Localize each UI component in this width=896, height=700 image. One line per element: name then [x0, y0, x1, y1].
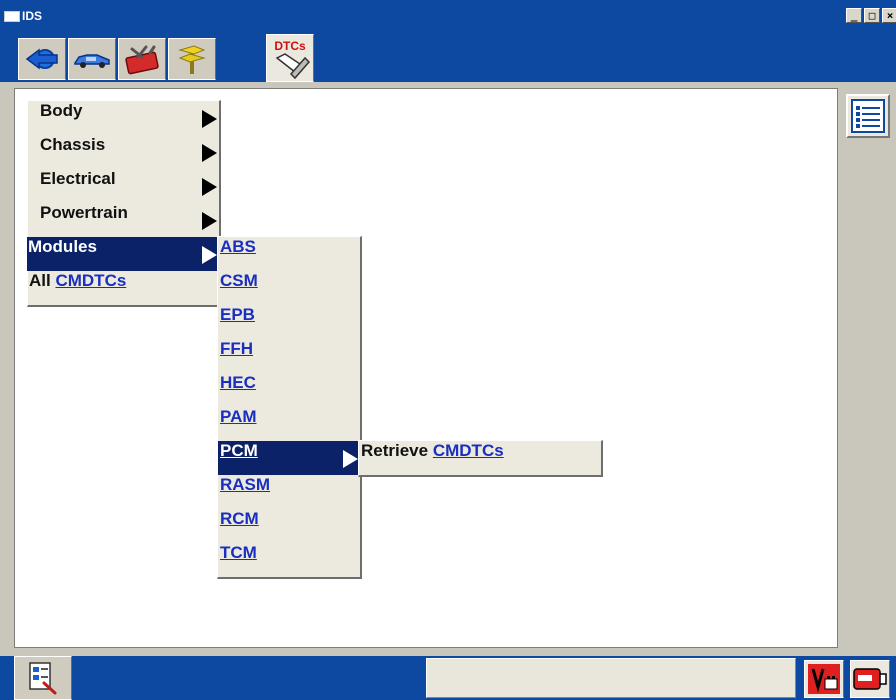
toolbar: DTCs	[0, 30, 896, 82]
app-icon	[4, 11, 20, 22]
status-field	[426, 658, 796, 698]
list-button[interactable]	[846, 94, 890, 138]
module-link[interactable]: CSM	[220, 271, 258, 290]
minimize-button[interactable]: _	[846, 8, 862, 23]
close-button[interactable]: ×	[882, 8, 896, 23]
module-item-hec[interactable]: HEC	[218, 373, 360, 407]
cmdtcs-link[interactable]: CMDTCs	[55, 271, 126, 290]
dtcs-icon: DTCs	[274, 39, 311, 80]
menu-item-label: Chassis	[40, 135, 106, 154]
module-link[interactable]: HEC	[220, 373, 256, 392]
module-link[interactable]: PCM	[220, 441, 258, 460]
connect-arrow-icon	[25, 48, 58, 70]
module-link[interactable]: EPB	[220, 305, 255, 324]
tab-dtcs[interactable]: DTCs	[266, 34, 314, 82]
menu-item-all-cmdtcs[interactable]: All CMDTCs	[28, 271, 219, 305]
menu-item-chassis[interactable]: Chassis	[28, 135, 219, 169]
menu-item-powertrain[interactable]: Powertrain	[28, 203, 219, 237]
menu-item-label: Electrical	[40, 169, 116, 188]
dtc-category-menu: Body Chassis Electrical Powertrain Modul…	[27, 100, 221, 307]
menu-item-prefix: Retrieve	[361, 441, 429, 460]
module-link[interactable]: FFH	[220, 339, 253, 358]
menu-item-modules[interactable]: Modules	[27, 237, 219, 271]
submenu-arrow-icon	[202, 246, 217, 264]
tab-vehicle[interactable]	[68, 38, 116, 80]
menu-item-label: Modules	[28, 237, 97, 256]
tab-signpost[interactable]	[168, 38, 216, 80]
window-title: IDS	[22, 9, 43, 23]
module-item-abs[interactable]: ABS	[218, 237, 360, 271]
module-link[interactable]: TCM	[220, 543, 257, 562]
submenu-arrow-icon	[343, 450, 358, 468]
document-tool-button[interactable]	[14, 656, 72, 700]
maximize-button[interactable]: □	[864, 8, 880, 23]
submenu-arrow-icon	[202, 212, 217, 230]
module-item-rcm[interactable]: RCM	[218, 509, 360, 543]
menu-item-body[interactable]: Body	[28, 101, 219, 135]
submenu-arrow-icon	[202, 144, 217, 162]
module-item-rasm[interactable]: RASM	[218, 475, 360, 509]
voltage-button[interactable]	[804, 660, 844, 698]
dtcs-icon-label: DTCs	[274, 39, 306, 53]
menu-item-electrical[interactable]: Electrical	[28, 169, 219, 203]
module-item-ffh[interactable]: FFH	[218, 339, 360, 373]
module-link[interactable]: RASM	[220, 475, 270, 494]
module-item-epb[interactable]: EPB	[218, 305, 360, 339]
module-link[interactable]: ABS	[220, 237, 256, 256]
module-item-pcm[interactable]: PCM	[218, 441, 360, 475]
menu-item-label: Body	[40, 101, 83, 120]
signpost-icon	[178, 45, 206, 74]
module-item-csm[interactable]: CSM	[218, 271, 360, 305]
tab-connect[interactable]	[18, 38, 66, 80]
document-tool-icon	[29, 662, 57, 695]
toolbox-icon	[125, 45, 159, 75]
cmdtcs-link[interactable]: CMDTCs	[433, 441, 504, 460]
list-icon	[851, 99, 885, 133]
module-item-tcm[interactable]: TCM	[218, 543, 360, 577]
title-bar: IDS _ □ ×	[0, 0, 896, 30]
pcm-submenu: Retrieve CMDTCs	[358, 440, 603, 477]
module-link[interactable]: PAM	[220, 407, 257, 426]
voltage-battery-icon	[808, 664, 840, 694]
module-item-pam[interactable]: PAM	[218, 407, 360, 441]
vmm-connector-icon	[853, 668, 887, 690]
vmm-button[interactable]	[850, 660, 890, 698]
tab-toolbox[interactable]	[118, 38, 166, 80]
bottom-bar	[0, 656, 896, 700]
modules-submenu: ABS CSM EPB FFH HEC PAM PCM RASM RCM TCM	[217, 236, 362, 579]
module-link[interactable]: RCM	[220, 509, 259, 528]
menu-item-label: Powertrain	[40, 203, 128, 222]
submenu-arrow-icon	[202, 110, 217, 128]
submenu-arrow-icon	[202, 178, 217, 196]
menu-item-prefix: All	[29, 271, 51, 290]
vehicle-icon	[74, 54, 110, 68]
retrieve-cmdtcs-item[interactable]: Retrieve CMDTCs	[359, 441, 601, 475]
